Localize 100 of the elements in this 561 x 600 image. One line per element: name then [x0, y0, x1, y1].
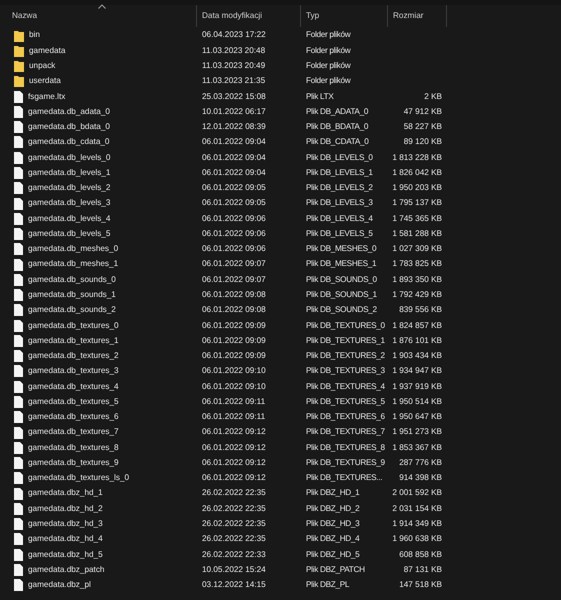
- type-cell: Plik DB_TEXTURES...: [306, 473, 382, 482]
- file-name[interactable]: gamedata.db_textures_1: [28, 334, 119, 348]
- file-name[interactable]: gamedata.db_levels_5: [28, 228, 110, 240]
- date-cell: 06.01.2022 09:12: [202, 427, 266, 436]
- file-icon: [14, 212, 23, 225]
- file-name[interactable]: gamedata.db_levels_1: [28, 166, 110, 180]
- file-icon: [14, 396, 23, 408]
- type-cell: Plik DB_MESHES_1: [306, 259, 376, 268]
- size-cell-text: 89 120 KB: [404, 136, 442, 148]
- type-cell: Plik DB_LEVELS_0: [306, 152, 373, 162]
- file-name[interactable]: gamedata.db_textures_9: [28, 456, 119, 470]
- file-name[interactable]: gamedata.db_levels_4: [28, 212, 110, 225]
- file-name[interactable]: gamedata.db_levels_0: [28, 152, 110, 164]
- type-cell: Plik DB_CDATA_0: [306, 137, 369, 146]
- date-cell: 06.01.2022 09:07: [202, 259, 266, 268]
- type-cell: Plik DBZ_HD_3: [306, 518, 360, 528]
- file-name[interactable]: gamedata.db_textures_8: [28, 442, 119, 454]
- size-cell-text: 839 556 KB: [399, 304, 442, 316]
- file-icon: [14, 152, 23, 164]
- file-icon: [14, 90, 23, 103]
- file-name[interactable]: gamedata.db_meshes_1: [28, 258, 118, 271]
- date-cell: 06.01.2022 09:04: [202, 168, 266, 177]
- size-cell: 147 518 KB: [399, 579, 442, 592]
- file-name[interactable]: gamedata.dbz_patch: [28, 564, 104, 576]
- date-cell: 06.01.2022 09:10: [202, 382, 266, 391]
- column-header[interactable]: Nazwa: [12, 12, 38, 20]
- file-name[interactable]: gamedata.db_sounds_2: [28, 304, 116, 317]
- type-cell: Folder plików: [306, 46, 350, 55]
- date-cell: 06.01.2022 09:08: [202, 290, 266, 299]
- folder-icon: [14, 30, 24, 42]
- size-cell-text: 287 776 KB: [399, 456, 442, 469]
- size-cell: 1 903 434 KB: [392, 350, 442, 362]
- file-name[interactable]: gamedata.db_adata_0: [28, 106, 110, 118]
- size-cell-text: 1 950 514 KB: [392, 396, 442, 408]
- file-name[interactable]: gamedata.db_levels_3: [28, 197, 110, 210]
- size-cell: 2 KB: [424, 90, 442, 103]
- file-name[interactable]: unpack: [29, 60, 56, 72]
- date-cell: 11.03.2023 20:48: [202, 46, 266, 55]
- type-cell: Plik DB_TEXTURES_7: [306, 427, 385, 436]
- file-name[interactable]: gamedata.db_textures_4: [28, 380, 119, 393]
- file-name[interactable]: gamedata.db_textures_5: [28, 396, 119, 408]
- file-name[interactable]: gamedata: [29, 44, 66, 58]
- column-header[interactable]: Data modyfikacji: [202, 12, 262, 20]
- file-name[interactable]: gamedata.db_textures_7: [28, 426, 119, 439]
- date-cell: 06.01.2022 09:06: [202, 228, 266, 238]
- file-name[interactable]: gamedata.db_sounds_1: [28, 289, 116, 302]
- date-cell: 06.01.2022 09:12: [202, 473, 266, 482]
- type-cell: Plik DB_TEXTURES_0: [306, 320, 385, 330]
- size-cell: 1 813 228 KB: [392, 152, 442, 164]
- file-icon: [14, 274, 23, 286]
- date-cell: 06.01.2022 09:08: [202, 305, 266, 314]
- file-name[interactable]: gamedata.dbz_hd_2: [28, 502, 103, 516]
- file-name[interactable]: gamedata.db_levels_2: [28, 182, 110, 194]
- size-cell-text: 1 783 825 KB: [392, 258, 442, 270]
- file-name[interactable]: gamedata.db_cdata_0: [28, 136, 110, 149]
- file-name[interactable]: gamedata.dbz_hd_4: [28, 533, 103, 546]
- file-icon: [14, 228, 23, 240]
- type-cell: Plik DB_TEXTURES_6: [306, 412, 385, 422]
- type-cell: Plik DBZ_HD_2: [306, 504, 360, 513]
- file-name[interactable]: gamedata.db_textures_2: [28, 350, 119, 362]
- file-name[interactable]: gamedata.dbz_hd_5: [28, 548, 103, 561]
- file-name[interactable]: gamedata.dbz_hd_1: [28, 487, 103, 500]
- column-header[interactable]: Typ: [306, 12, 320, 20]
- file-name[interactable]: gamedata.db_textures_3: [28, 365, 119, 378]
- file-name[interactable]: gamedata.db_textures_0: [28, 320, 119, 332]
- date-cell: 06.01.2022 09:07: [202, 274, 266, 284]
- file-name[interactable]: userdata: [29, 75, 61, 88]
- file-name[interactable]: gamedata.db_meshes_0: [28, 243, 118, 256]
- file-icon: [14, 243, 23, 256]
- size-cell: 1 027 309 KB: [392, 243, 442, 256]
- file-icon: [14, 198, 23, 210]
- size-cell-text: 2 031 154 KB: [392, 502, 442, 515]
- date-cell: 06.01.2022 09:12: [202, 442, 266, 452]
- file-name[interactable]: gamedata.dbz_hd_3: [28, 518, 103, 530]
- size-cell: 608 858 KB: [399, 548, 442, 561]
- size-cell-text: 1 951 273 KB: [392, 426, 442, 438]
- file-icon: [14, 411, 23, 424]
- type-cell: Plik DB_TEXTURES_2: [306, 351, 385, 360]
- column-header[interactable]: Rozmiar: [393, 12, 424, 20]
- file-name[interactable]: gamedata.db_sounds_0: [28, 274, 116, 286]
- date-cell: 06.01.2022 09:06: [202, 244, 266, 254]
- file-icon: [14, 488, 23, 500]
- size-cell: 1 824 857 KB: [392, 320, 442, 332]
- file-name[interactable]: gamedata.db_bdata_0: [28, 121, 110, 134]
- file-name[interactable]: bin: [29, 29, 40, 42]
- file-name[interactable]: gamedata.db_textures_6: [28, 411, 119, 424]
- date-cell: 26.02.2022 22:35: [202, 534, 266, 544]
- file-name[interactable]: gamedata.dbz_pl: [28, 579, 91, 592]
- type-cell: Plik DB_LEVELS_3: [306, 198, 373, 208]
- type-cell: Plik DB_SOUNDS_2: [306, 305, 377, 314]
- date-cell: 11.03.2023 21:35: [202, 76, 266, 86]
- size-cell-text: 1 795 137 KB: [392, 197, 442, 210]
- file-name[interactable]: fsgame.ltx: [28, 90, 66, 103]
- file-name[interactable]: gamedata.db_textures_ls_0: [28, 472, 130, 484]
- date-cell: 11.03.2023 20:49: [202, 61, 266, 70]
- type-cell: Plik DB_BDATA_0: [306, 122, 368, 132]
- type-cell: Folder plików: [306, 30, 350, 40]
- date-cell: 03.12.2022 14:15: [202, 580, 266, 590]
- file-icon: [14, 182, 23, 194]
- size-cell: 58 227 KB: [404, 121, 442, 134]
